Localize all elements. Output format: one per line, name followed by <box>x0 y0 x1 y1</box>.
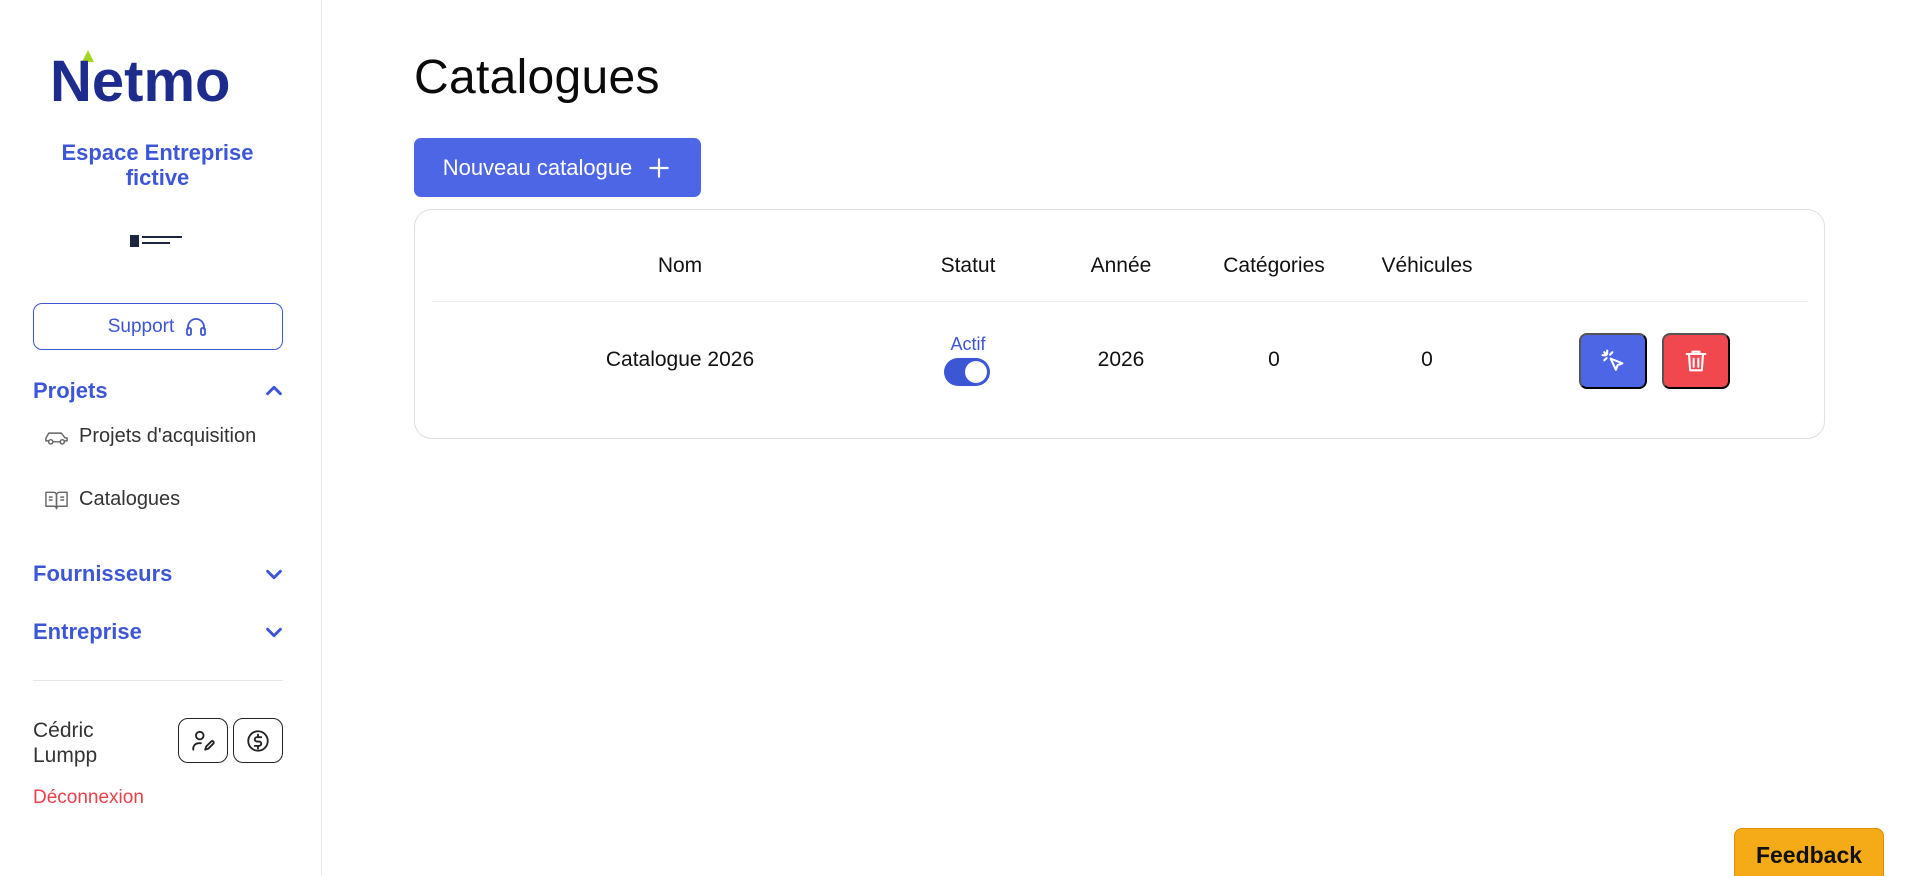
chevron-up-icon <box>266 385 282 396</box>
column-header-annee: Année <box>1090 254 1152 277</box>
chevron-down-icon <box>266 569 282 580</box>
user-name: Cédric Lumpp <box>33 719 98 767</box>
cell-categories: 0 <box>1268 348 1280 371</box>
support-button[interactable]: Support <box>33 303 283 350</box>
sidebar-item-label: Projets d'acquisition <box>79 425 257 447</box>
user-edit-icon <box>192 730 215 751</box>
nav-section-projets[interactable]: Projets <box>33 378 285 404</box>
column-header-nom: Nom <box>657 254 703 277</box>
company-name: Espace Entreprise fictive <box>61 140 254 190</box>
svg-text:Netmo: Netmo <box>50 49 230 110</box>
cell-annee: 2026 <box>1097 348 1145 371</box>
toggle-knob <box>965 361 987 383</box>
support-label: Support <box>107 315 175 337</box>
column-header-statut: Statut <box>940 254 996 277</box>
trash-icon <box>1685 350 1707 372</box>
cell-vehicules: 0 <box>1421 348 1433 371</box>
car-icon <box>45 431 68 445</box>
sidebar: Netmo Espace Entreprise fictive Support … <box>0 0 322 876</box>
catalogues-table: Nom Statut Année Catégories Véhicules Ca… <box>414 209 1825 439</box>
nav-section-entreprise-label: Entreprise <box>33 619 142 644</box>
sidebar-item-label: Catalogues <box>79 488 181 510</box>
status-toggle[interactable] <box>944 358 990 386</box>
sidebar-item-projets-acquisition[interactable]: Projets d'acquisition <box>44 425 256 448</box>
nav-section-projets-label: Projets <box>33 378 108 403</box>
edit-profile-button[interactable] <box>178 718 228 763</box>
page-title: Catalogues <box>414 51 660 104</box>
netmo-logo[interactable]: Netmo <box>50 48 265 110</box>
delete-catalogue-button[interactable] <box>1662 333 1730 389</box>
headset-icon <box>186 317 207 336</box>
sidebar-item-catalogues[interactable]: Catalogues <box>44 488 180 511</box>
cell-nom: Catalogue 2026 <box>605 348 755 371</box>
sidebar-divider <box>33 680 283 681</box>
nav-section-fournisseurs[interactable]: Fournisseurs <box>33 561 285 587</box>
feedback-button[interactable]: Feedback <box>1734 828 1884 876</box>
nav-section-entreprise[interactable]: Entreprise <box>33 619 285 645</box>
column-header-categories: Catégories <box>1223 254 1325 277</box>
select-catalogue-button[interactable] <box>1579 333 1647 389</box>
logout-link[interactable]: Déconnexion <box>33 787 144 809</box>
plus-icon <box>649 157 670 178</box>
chevron-down-icon <box>266 627 282 638</box>
billing-button[interactable] <box>233 718 283 763</box>
nav-section-fournisseurs-label: Fournisseurs <box>33 561 173 586</box>
status-label: Actif <box>950 334 986 354</box>
column-header-vehicules: Véhicules <box>1381 254 1473 277</box>
company-logo <box>128 232 188 250</box>
header-divider <box>433 301 1807 302</box>
new-catalogue-label: Nouveau catalogue <box>442 154 633 180</box>
book-icon <box>45 491 68 509</box>
pointer-click-icon <box>1601 349 1624 371</box>
currency-icon <box>247 729 269 752</box>
new-catalogue-button[interactable]: Nouveau catalogue <box>414 138 701 197</box>
